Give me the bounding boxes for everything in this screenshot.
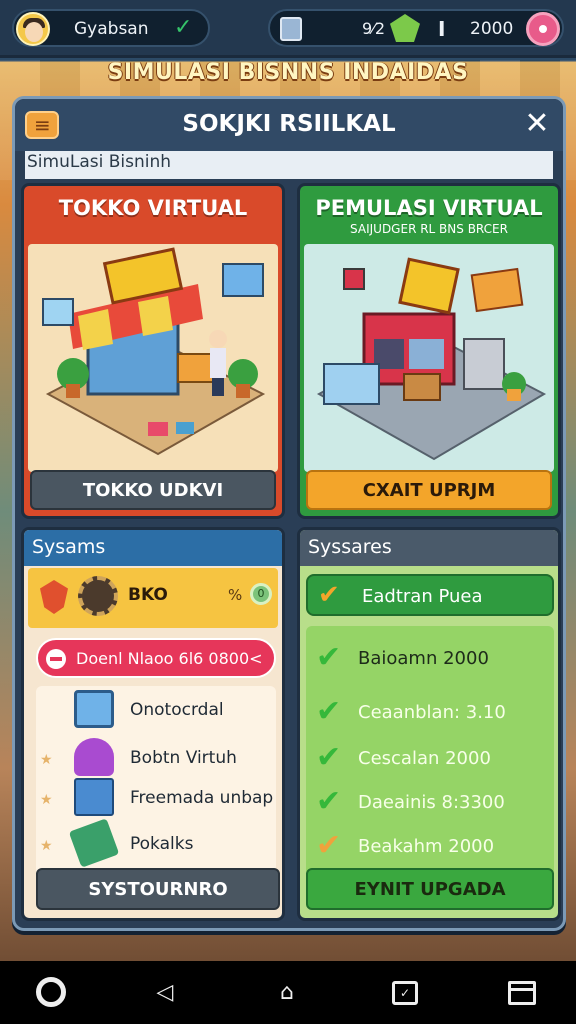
option-card-virtual-store[interactable]: TOKKO VIRTUAL TOKKO UDKVI [21, 183, 285, 519]
monitor-icon [74, 690, 114, 728]
status-row: BKO % 0 [28, 568, 278, 628]
gem-icon [390, 14, 420, 42]
virtual-store-button[interactable]: TOKKO UDKVI [30, 470, 276, 510]
card-title: TOKKO VIRTUAL [58, 196, 248, 220]
coin-icon: 0 [250, 583, 272, 605]
resource-mark: I [438, 17, 446, 41]
close-icon[interactable]: ✕ [521, 109, 553, 141]
resource-amount: 2000 [470, 19, 514, 39]
system-nav-bar: ◁ ⌂ ✓ [0, 961, 576, 1024]
list-item[interactable]: Onotocrdal [36, 690, 276, 732]
apps-icon[interactable] [508, 981, 536, 1005]
systems-header: Sysams [24, 530, 282, 566]
option-card-virtual-simulation[interactable]: PEMULASI VIRTUAL SAIJUDGER RL BNS BRCER … [297, 183, 561, 519]
minus-icon [46, 649, 66, 669]
status-text: BKO [128, 585, 168, 605]
check-icon: ✔ [316, 694, 342, 729]
syssares-header: Syssares [300, 530, 558, 566]
user-profile[interactable]: Gyabsan ✓ [12, 9, 210, 47]
task-label: Pokalks [130, 834, 194, 854]
person-icon [74, 738, 114, 776]
verified-check-icon: ✓ [174, 15, 193, 40]
check-icon: ✔ [316, 828, 342, 863]
systems-button[interactable]: SYSTOURNRO [36, 868, 280, 910]
donut-icon[interactable] [526, 12, 560, 46]
highlight-row[interactable]: ✔ Eadtran Puea [306, 574, 554, 616]
task-label: Bobtn Virtuh [130, 748, 237, 768]
list-item: ✔ Daeainis 8:3300 [306, 780, 554, 824]
panel-title: SOKJKI RSIILKAL [182, 111, 396, 137]
item-label: Daeainis 8:3300 [358, 792, 505, 813]
alert-banner[interactable]: Doenl Nlaoo 6l6 0800< [36, 638, 276, 678]
resource-bar: 9⁄2 I 2000 [268, 9, 564, 47]
item-label: Cescalan 2000 [358, 748, 491, 769]
check-icon: ✔ [316, 640, 342, 675]
item-label: Beakahm 2000 [358, 836, 495, 857]
syssares-panel: Syssares ✔ Eadtran Puea ✔ Baioamn 2000 ✔… [297, 527, 561, 921]
list-item: ✔ Baioamn 2000 [306, 636, 554, 680]
list-item: ✔ Ceaanblan: 3.10 [306, 690, 554, 734]
phone-icon[interactable] [280, 17, 302, 41]
task-label: Onotocrdal [130, 700, 224, 720]
settings-icon[interactable] [36, 977, 66, 1007]
checklist: ✔ Baioamn 2000 ✔ Ceaanblan: 3.10 ✔ Cesca… [306, 626, 554, 876]
tools-icon [68, 818, 120, 868]
list-item[interactable]: ★ Bobtn Virtuh [36, 738, 276, 780]
star-icon: ★ [40, 752, 53, 768]
top-bar: Gyabsan ✓ 9⁄2 I 2000 [0, 0, 576, 58]
username: Gyabsan [74, 19, 149, 39]
list-item[interactable]: ★ Pokalks [36, 818, 276, 868]
task-list: Onotocrdal ★ Bobtn Virtuh ★ Freemada unb… [36, 686, 276, 876]
check-icon: ✔ [316, 740, 342, 775]
book-icon [74, 778, 114, 816]
store-illustration [28, 244, 278, 472]
systems-panel: Sysams BKO % 0 Doenl Nlaoo 6l6 0800< Ono… [21, 527, 285, 921]
game-banner-title: SIMULASI BISNNS INDAIDAS [107, 60, 469, 85]
wheel-icon [78, 576, 118, 616]
simulation-illustration [304, 244, 554, 472]
panel-header: SOKJKI RSIILKAL ✕ [15, 99, 563, 151]
resource-percent: 9⁄2 [362, 19, 386, 38]
back-icon[interactable]: ◁ [150, 979, 180, 1007]
panel-subtitle: SimuLasi Bisninh [25, 151, 553, 179]
check-icon: ✔ [316, 784, 342, 819]
card-title: PEMULASI VIRTUAL [315, 196, 543, 220]
list-item: ✔ Cescalan 2000 [306, 736, 554, 780]
card-subtitle: SAIJUDGER RL BNS BRCER [350, 222, 508, 236]
list-item: ✔ Beakahm 2000 [306, 824, 554, 868]
alert-text: Doenl Nlaoo 6l6 0800< [76, 649, 263, 668]
list-item[interactable]: ★ Freemada unbap [36, 778, 276, 820]
task-label: Freemada unbap [130, 788, 274, 808]
recent-icon[interactable]: ✓ [392, 981, 418, 1005]
shield-icon [40, 580, 68, 614]
star-icon: ★ [40, 838, 53, 854]
star-icon: ★ [40, 792, 53, 808]
item-label: Ceaanblan: 3.10 [358, 702, 506, 723]
virtual-simulation-button[interactable]: CXAIT UPRJM [306, 470, 552, 510]
exit-update-button[interactable]: EYNIT UPGADA [306, 868, 554, 910]
avatar[interactable] [16, 12, 50, 46]
status-percent: % [228, 586, 243, 604]
home-icon[interactable]: ⌂ [272, 979, 302, 1007]
item-label: Baioamn 2000 [358, 648, 489, 669]
main-panel: SOKJKI RSIILKAL ✕ SimuLasi Bisninh TOKKO… [12, 96, 566, 931]
highlight-label: Eadtran Puea [362, 586, 483, 607]
check-icon: ✔ [318, 580, 340, 610]
